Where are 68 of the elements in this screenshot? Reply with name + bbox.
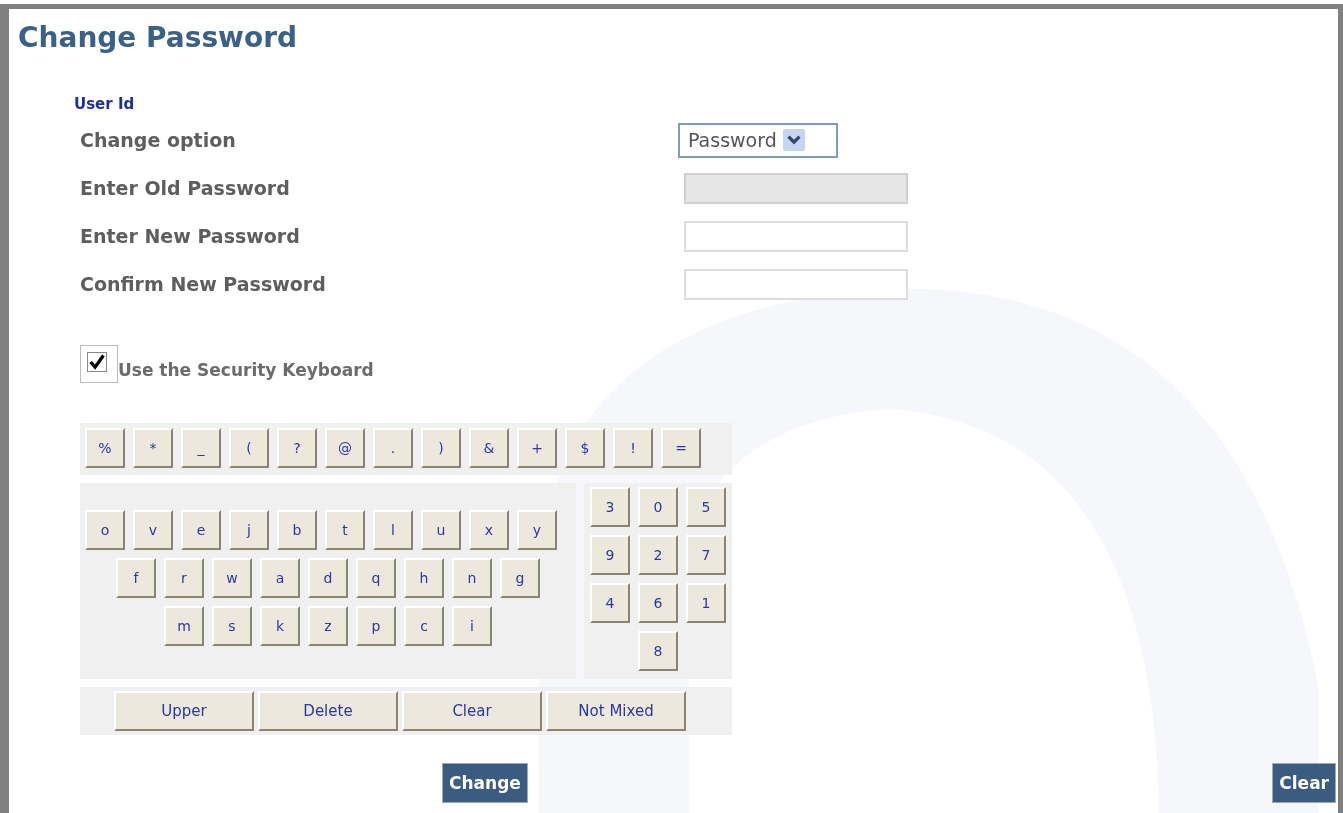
keyboard-key[interactable]: _	[181, 428, 221, 468]
keyboard-key[interactable]: *	[133, 428, 173, 468]
keyboard-key[interactable]: 9	[590, 535, 630, 575]
keyboard-key[interactable]: o	[85, 510, 125, 550]
keyboard-key[interactable]: 7	[686, 535, 726, 575]
field-label: Confirm New Password	[80, 273, 327, 295]
change-option-dropdown[interactable]: Password	[678, 122, 838, 158]
keyboard-key[interactable]: $	[565, 428, 605, 468]
chevron-down-icon	[782, 129, 805, 151]
keyboard-key[interactable]: +	[517, 428, 557, 468]
keyboard-key[interactable]: s	[212, 606, 252, 646]
keyboard-key[interactable]: p	[356, 606, 396, 646]
keyboard-key[interactable]: r	[164, 558, 204, 598]
field-label: Enter New Password	[80, 225, 301, 247]
keyboard-key[interactable]: ?	[277, 428, 317, 468]
keyboard-key[interactable]: d	[308, 558, 348, 598]
keyboard-key[interactable]: k	[260, 606, 300, 646]
password-field[interactable]	[684, 220, 908, 252]
checkmark-icon	[87, 352, 107, 372]
keyboard-key[interactable]: 2	[638, 535, 678, 575]
keyboard-key[interactable]: x	[469, 510, 509, 550]
keyboard-function-key[interactable]: Delete	[258, 691, 398, 731]
keyboard-key[interactable]: 0	[638, 487, 678, 527]
checkbox[interactable]	[80, 345, 118, 383]
change-button[interactable]: Change	[442, 763, 528, 803]
keyboard-key[interactable]: w	[212, 558, 252, 598]
keyboard-key[interactable]: h	[404, 558, 444, 598]
keyboard-key[interactable]: 1	[686, 583, 726, 623]
keyboard-key[interactable]: z	[308, 606, 348, 646]
keyboard-function-key[interactable]: Clear	[402, 691, 542, 731]
keyboard-key[interactable]: t	[325, 510, 365, 550]
keyboard-key[interactable]: v	[133, 510, 173, 550]
keyboard-key[interactable]: 3	[590, 487, 630, 527]
keyboard-key[interactable]: b	[277, 510, 317, 550]
keyboard-key[interactable]: q	[356, 558, 396, 598]
keyboard-key[interactable]: )	[421, 428, 461, 468]
keyboard-key[interactable]: (	[229, 428, 269, 468]
keyboard-key[interactable]: @	[325, 428, 365, 468]
keyboard-key[interactable]: f	[116, 558, 156, 598]
keyboard-key[interactable]: 8	[638, 631, 678, 671]
checkbox-label: Use the Security Keyboard	[118, 360, 374, 380]
keyboard-key[interactable]: i	[452, 606, 492, 646]
keyboard-key[interactable]: j	[229, 510, 269, 550]
keyboard-key[interactable]: %	[85, 428, 125, 468]
keyboard-key[interactable]: u	[421, 510, 461, 550]
keyboard-key[interactable]: a	[260, 558, 300, 598]
password-field[interactable]	[684, 268, 908, 300]
field-label: Enter Old Password	[80, 177, 291, 199]
keyboard-key[interactable]: n	[452, 558, 492, 598]
clear-button[interactable]: Clear	[1272, 763, 1336, 803]
keyboard-key[interactable]: .	[373, 428, 413, 468]
field-label: Change option	[80, 129, 237, 151]
keyboard-key[interactable]: y	[517, 510, 557, 550]
page-title: Change Password	[18, 21, 299, 55]
keyboard-key[interactable]: =	[661, 428, 701, 468]
keyboard-key[interactable]: c	[404, 606, 444, 646]
keyboard-key[interactable]: !	[613, 428, 653, 468]
keyboard-key[interactable]: 5	[686, 487, 726, 527]
keyboard-function-key[interactable]: Not Mixed	[546, 691, 686, 731]
keyboard-key[interactable]: 4	[590, 583, 630, 623]
keyboard-key[interactable]: 6	[638, 583, 678, 623]
keyboard-function-key[interactable]: Upper	[114, 691, 254, 731]
keyboard-key[interactable]: e	[181, 510, 221, 550]
keyboard-key[interactable]: l	[373, 510, 413, 550]
user-id-label: User Id	[74, 95, 136, 113]
keyboard-key[interactable]: m	[164, 606, 204, 646]
keyboard-key[interactable]: &	[469, 428, 509, 468]
keyboard-key[interactable]: g	[500, 558, 540, 598]
